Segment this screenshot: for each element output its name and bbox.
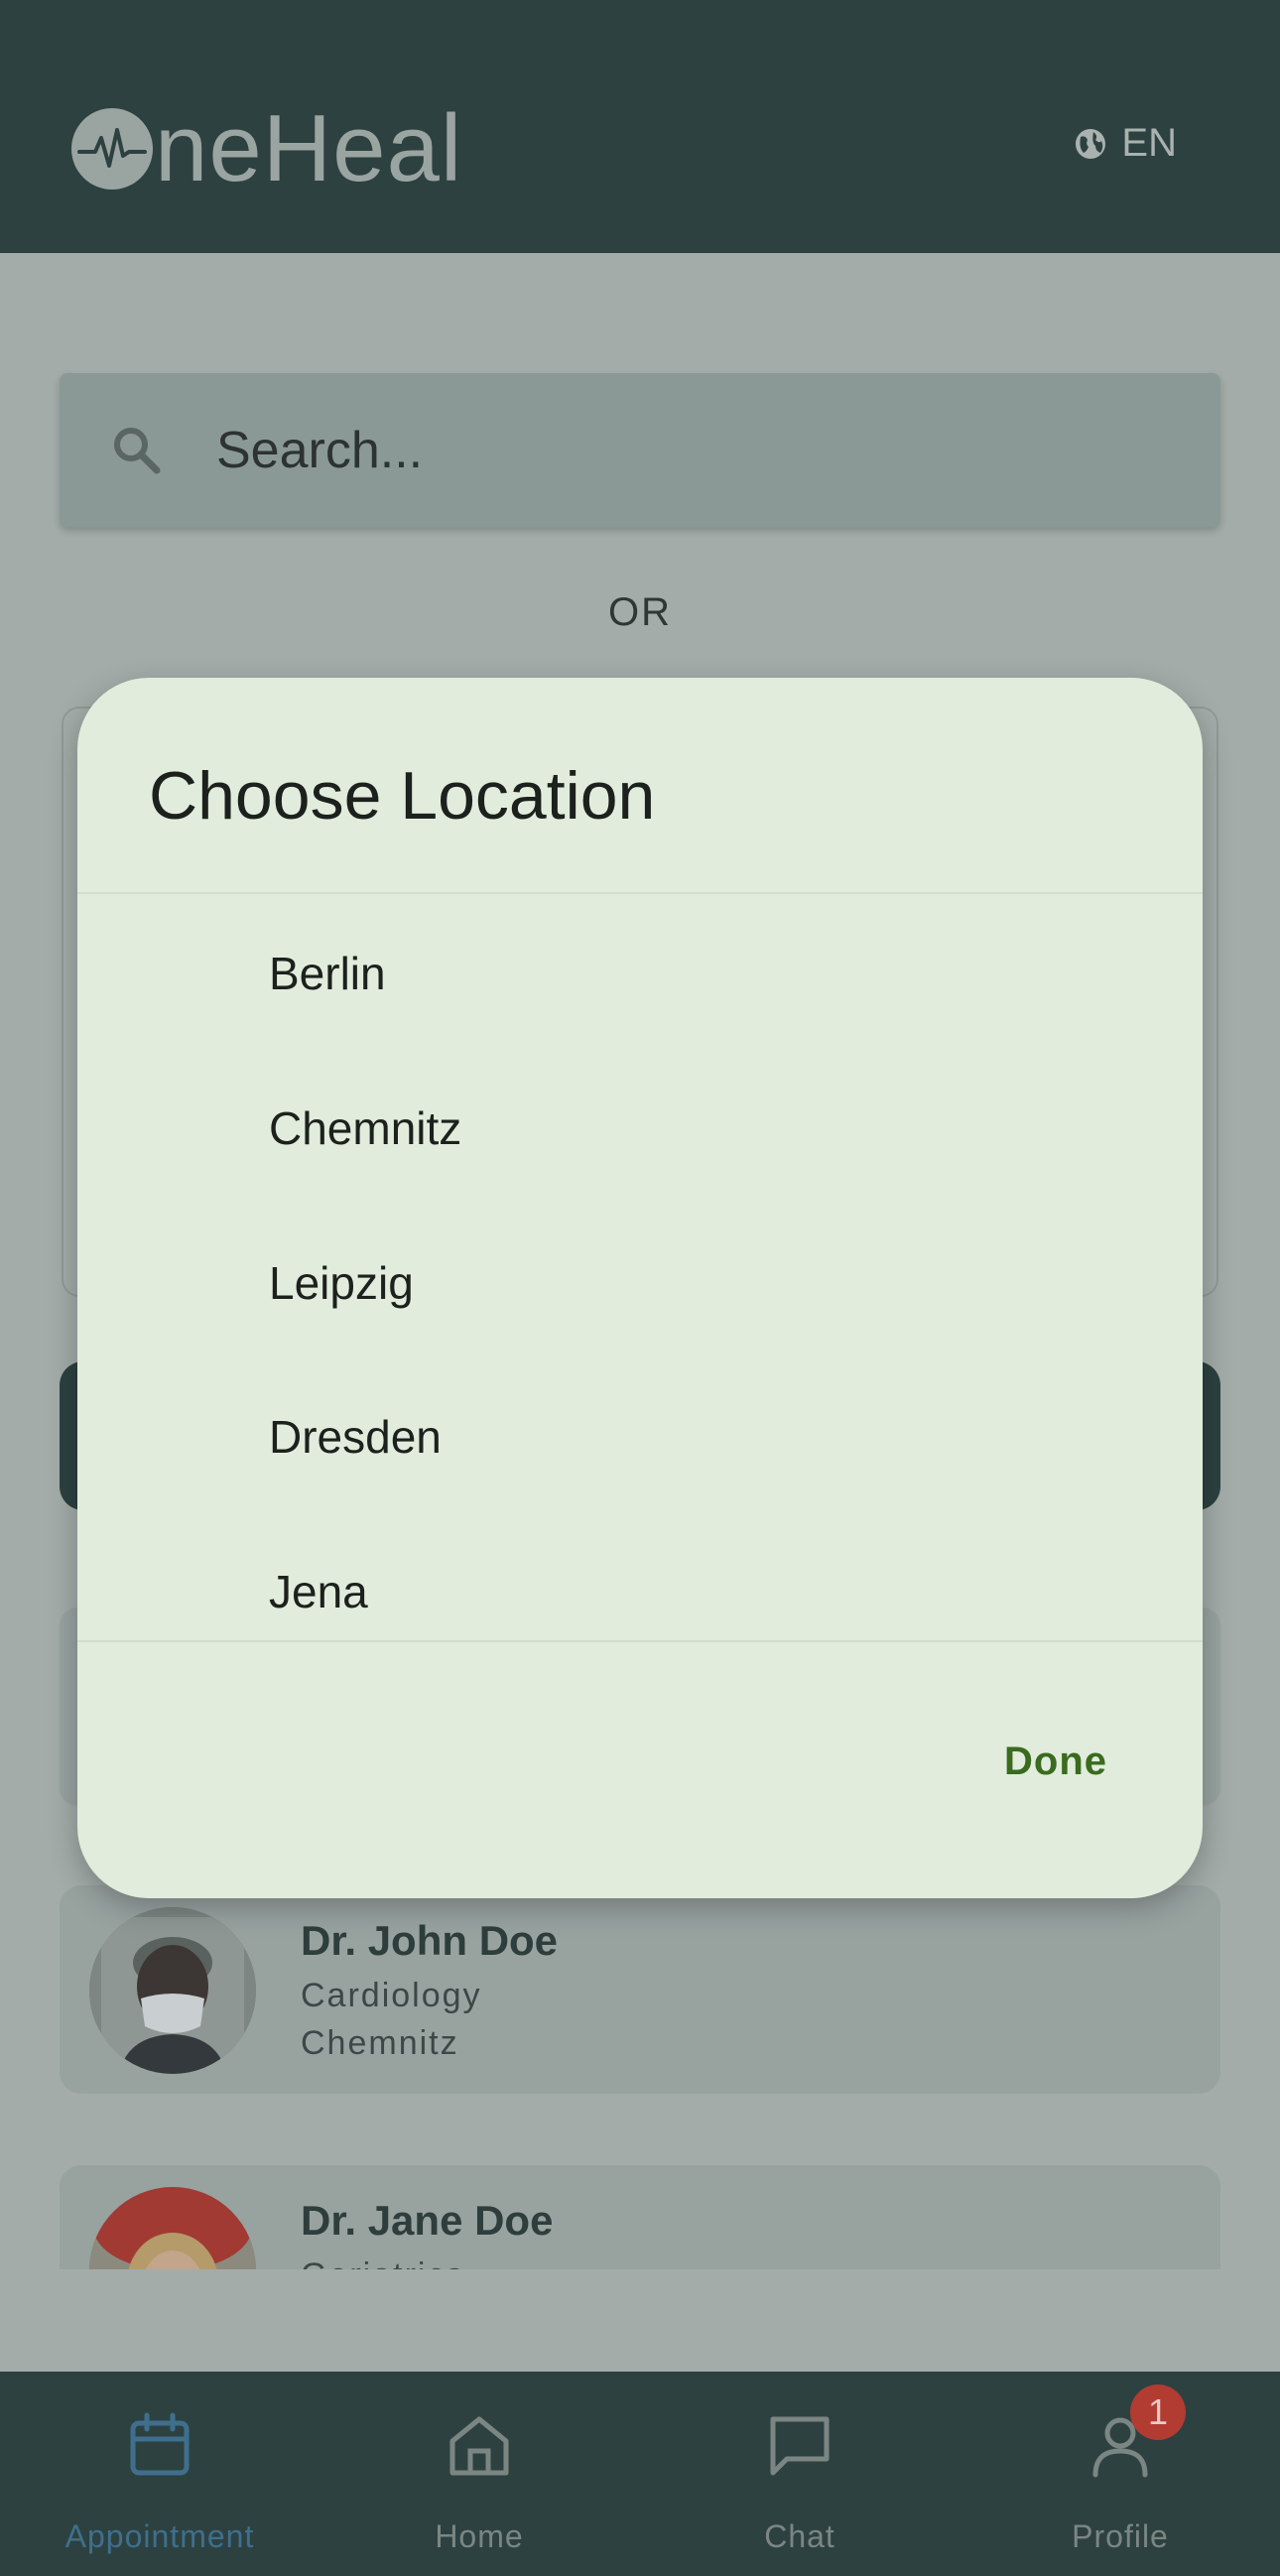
doctor-name: Dr. John Doe — [301, 1917, 559, 1964]
pulse-circle-icon — [71, 108, 153, 190]
location-label: Berlin — [269, 948, 386, 999]
doctor-card[interactable]: Dr. Jane Doe Geriatrics — [60, 2165, 1220, 2269]
search-bar[interactable] — [60, 373, 1220, 527]
logo-text: neHeal — [155, 95, 463, 201]
search-input[interactable] — [216, 420, 1109, 480]
doctor-avatar — [89, 2187, 256, 2269]
language-selector[interactable]: EN — [1074, 121, 1177, 166]
doctor-city: Chemnitz — [301, 2024, 459, 2062]
home-icon — [449, 2416, 509, 2476]
app-header: neHeal EN — [0, 0, 1280, 253]
nav-profile[interactable]: Profile — [960, 2372, 1280, 2576]
location-option-jena[interactable]: Jena — [77, 1517, 1203, 1666]
app-logo: neHeal — [71, 99, 462, 198]
doctor-specialty: Cardiology — [301, 1977, 482, 2014]
location-label: Dresden — [269, 1411, 442, 1463]
chat-icon — [770, 2416, 830, 2476]
nav-label: Home — [435, 2518, 524, 2554]
choose-location-dialog: Choose Location Berlin Chemnitz Leipzig … — [77, 678, 1203, 1898]
location-option-leipzig[interactable]: Leipzig — [77, 1209, 1203, 1357]
doctor-specialty: Geriatrics — [301, 2256, 464, 2269]
location-label: Chemnitz — [269, 1102, 462, 1154]
language-label: EN — [1121, 121, 1177, 165]
doctor-avatar — [89, 1907, 256, 2074]
search-icon — [114, 427, 161, 473]
location-option-berlin[interactable]: Berlin — [77, 899, 1203, 1048]
doctor-name: Dr. Jane Doe — [301, 2197, 554, 2244]
location-label: Leipzig — [269, 1257, 414, 1309]
nav-label: Chat — [764, 2518, 835, 2554]
nav-label: Appointment — [64, 2518, 255, 2554]
divider — [77, 892, 1203, 894]
nav-appointment[interactable]: Appointment — [0, 2372, 320, 2576]
globe-icon — [1076, 128, 1106, 159]
calendar-icon — [130, 2412, 190, 2476]
divider — [77, 1640, 1203, 1642]
nav-home[interactable]: Home — [320, 2372, 639, 2576]
doctor-card[interactable]: Dr. John Doe Cardiology Chemnitz — [60, 1885, 1220, 2094]
notification-badge: 1 — [1130, 2384, 1186, 2440]
location-option-dresden[interactable]: Dresden — [77, 1362, 1203, 1511]
or-separator: OR — [608, 590, 672, 634]
nav-chat[interactable]: Chat — [640, 2372, 960, 2576]
bottom-navigation: Appointment Home Chat Profile — [0, 2372, 1280, 2576]
location-option-chemnitz[interactable]: Chemnitz — [77, 1054, 1203, 1203]
nav-label: Profile — [1072, 2518, 1169, 2554]
dialog-title: Choose Location — [149, 758, 656, 834]
done-button[interactable]: Done — [1004, 1739, 1107, 1784]
location-label: Jena — [269, 1566, 368, 1617]
